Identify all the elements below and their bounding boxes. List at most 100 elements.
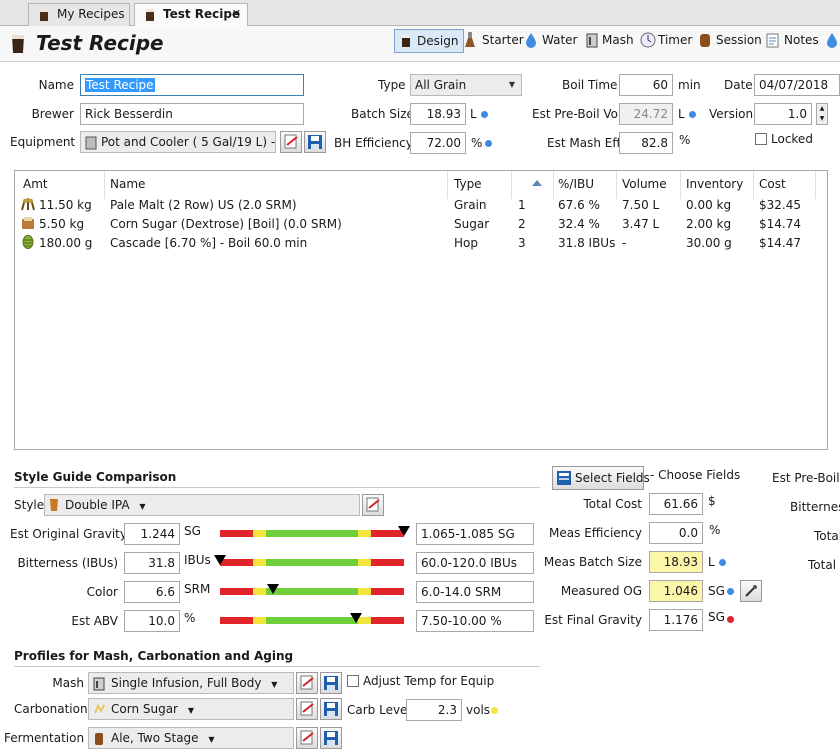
mash-edit-button[interactable] xyxy=(296,672,318,694)
efficiency-input[interactable]: 72.00 xyxy=(410,132,466,154)
column-header-volume[interactable]: Volume xyxy=(622,177,667,191)
info-dot-icon[interactable] xyxy=(727,588,734,595)
choose-fields-label: - Choose Fields xyxy=(650,468,741,482)
column-divider xyxy=(553,171,554,199)
abv-label: Est ABV xyxy=(71,614,118,628)
equipment-label: Equipment xyxy=(10,135,76,149)
name-input-value: Test Recipe xyxy=(85,78,155,92)
select-fields-button[interactable]: Select Fields xyxy=(552,466,650,490)
close-icon[interactable]: ✕ xyxy=(232,4,241,24)
version-stepper[interactable]: ▲ ▼ xyxy=(816,103,828,125)
row-order: 2 xyxy=(518,217,526,231)
save-icon xyxy=(308,135,322,149)
meas-batch-unit: L xyxy=(708,555,715,569)
chevron-down-icon: ▼ xyxy=(139,502,146,511)
total-cost-unit: $ xyxy=(708,494,716,508)
pre-boil-label: Est Pre-Boil Vol xyxy=(532,107,622,121)
column-header-cost[interactable]: Cost xyxy=(759,177,786,191)
type-label: Type xyxy=(378,78,406,92)
mash-profile-select[interactable]: Single Infusion, Full Body ▼ xyxy=(88,672,294,694)
starter-button[interactable]: Starter xyxy=(462,29,524,53)
est-fg-value: 1.176 xyxy=(649,609,703,631)
style-label: Style xyxy=(14,498,45,512)
column-header-pct[interactable]: %/IBU xyxy=(558,177,594,191)
fermentation-save-button[interactable] xyxy=(320,727,342,749)
column-header-type[interactable]: Type xyxy=(454,177,482,191)
column-header-inventory[interactable]: Inventory xyxy=(686,177,743,191)
column-header-amt[interactable]: Amt xyxy=(23,177,48,191)
tab-my-recipes[interactable]: My Recipes xyxy=(28,3,130,26)
equipment-edit-button[interactable] xyxy=(280,131,302,153)
meas-eff-unit: % xyxy=(709,523,721,537)
name-label: Name xyxy=(38,78,74,92)
column-divider xyxy=(104,171,105,199)
mash-save-button[interactable] xyxy=(320,672,342,694)
chevron-down-icon: ▼ xyxy=(208,735,215,744)
meas-og-input[interactable]: 1.046 xyxy=(649,580,703,602)
carbonation-select[interactable]: Corn Sugar ▼ xyxy=(88,698,294,720)
timer-button[interactable]: Timer xyxy=(638,29,692,53)
style-edit-button[interactable] xyxy=(362,494,384,516)
page-title: Test Recipe xyxy=(36,31,164,55)
name-input[interactable]: Test Recipe xyxy=(80,74,304,96)
water-drop-icon[interactable] xyxy=(826,32,838,48)
range-segment xyxy=(266,617,358,624)
pre-boil-unit: L xyxy=(678,107,685,121)
column-divider xyxy=(680,171,681,199)
tab-test-recipe[interactable]: Test Recipe ✕ xyxy=(134,3,248,27)
brewer-input[interactable]: Rick Besserdin xyxy=(80,103,304,125)
batch-size-input[interactable]: 18.93 xyxy=(410,103,466,125)
type-select[interactable]: All Grain ▼ xyxy=(410,74,522,96)
column-header-name[interactable]: Name xyxy=(110,177,145,191)
equipment-save-button[interactable] xyxy=(304,131,326,153)
fermentation-select[interactable]: Ale, Two Stage ▼ xyxy=(88,727,294,749)
og-label: Est Original Gravity xyxy=(10,527,127,541)
sort-ascending-icon[interactable] xyxy=(531,179,543,187)
notes-button[interactable]: Notes xyxy=(764,29,819,53)
ibu-unit: IBUs xyxy=(184,553,211,567)
column-divider xyxy=(753,171,754,199)
row-inventory: 0.00 kg xyxy=(686,198,732,212)
carb-level-input[interactable]: 2.3 xyxy=(406,699,462,721)
row-type: Hop xyxy=(454,236,478,250)
type-value: All Grain xyxy=(415,78,467,92)
carbonation-save-button[interactable] xyxy=(320,698,342,720)
range-segment xyxy=(358,588,371,595)
carbonation-edit-button[interactable] xyxy=(296,698,318,720)
meas-batch-input[interactable]: 18.93 xyxy=(649,551,703,573)
locked-checkbox[interactable] xyxy=(755,133,767,145)
boil-time-unit: min xyxy=(678,78,701,92)
status-dot-icon[interactable] xyxy=(491,707,498,714)
boil-time-input[interactable]: 60 xyxy=(619,74,673,96)
style-value: Double IPA xyxy=(65,498,130,512)
row-pct: 32.4 % xyxy=(558,217,600,231)
tab-label: Test Recipe xyxy=(163,7,241,21)
fermentation-edit-button[interactable] xyxy=(296,727,318,749)
hydrometer-button[interactable] xyxy=(740,580,762,602)
meas-eff-input[interactable]: 0.0 xyxy=(649,522,703,544)
glass-icon xyxy=(402,35,410,47)
range-segment xyxy=(358,559,371,566)
info-dot-icon[interactable] xyxy=(719,559,726,566)
style-select[interactable]: Double IPA ▼ xyxy=(44,494,360,516)
row-cost: $32.45 xyxy=(759,198,801,212)
date-input[interactable]: 04/07/2018 xyxy=(754,74,840,96)
row-volume: 3.47 L xyxy=(622,217,660,231)
keg-icon xyxy=(700,34,710,47)
adjust-temp-checkbox[interactable] xyxy=(347,675,359,687)
session-button[interactable]: Session xyxy=(696,29,762,53)
version-input[interactable]: 1.0 xyxy=(754,103,812,125)
design-button[interactable]: Design xyxy=(394,29,465,53)
mash-button[interactable]: Mash xyxy=(582,29,634,53)
equipment-select[interactable]: Pot and Cooler ( 5 Gal/19 L) - All G xyxy=(80,131,276,153)
fermentation-value: Ale, Two Stage xyxy=(111,731,199,745)
notes-label: Notes xyxy=(784,33,819,47)
info-dot-icon[interactable] xyxy=(485,140,492,147)
warning-dot-icon[interactable] xyxy=(727,616,734,623)
info-dot-icon[interactable] xyxy=(689,111,696,118)
water-button[interactable]: Water xyxy=(522,29,577,53)
est-fg-label: Est Final Gravity xyxy=(544,613,642,627)
info-dot-icon[interactable] xyxy=(481,111,488,118)
ibu-range-bar xyxy=(214,555,404,566)
range-segment xyxy=(371,588,404,595)
